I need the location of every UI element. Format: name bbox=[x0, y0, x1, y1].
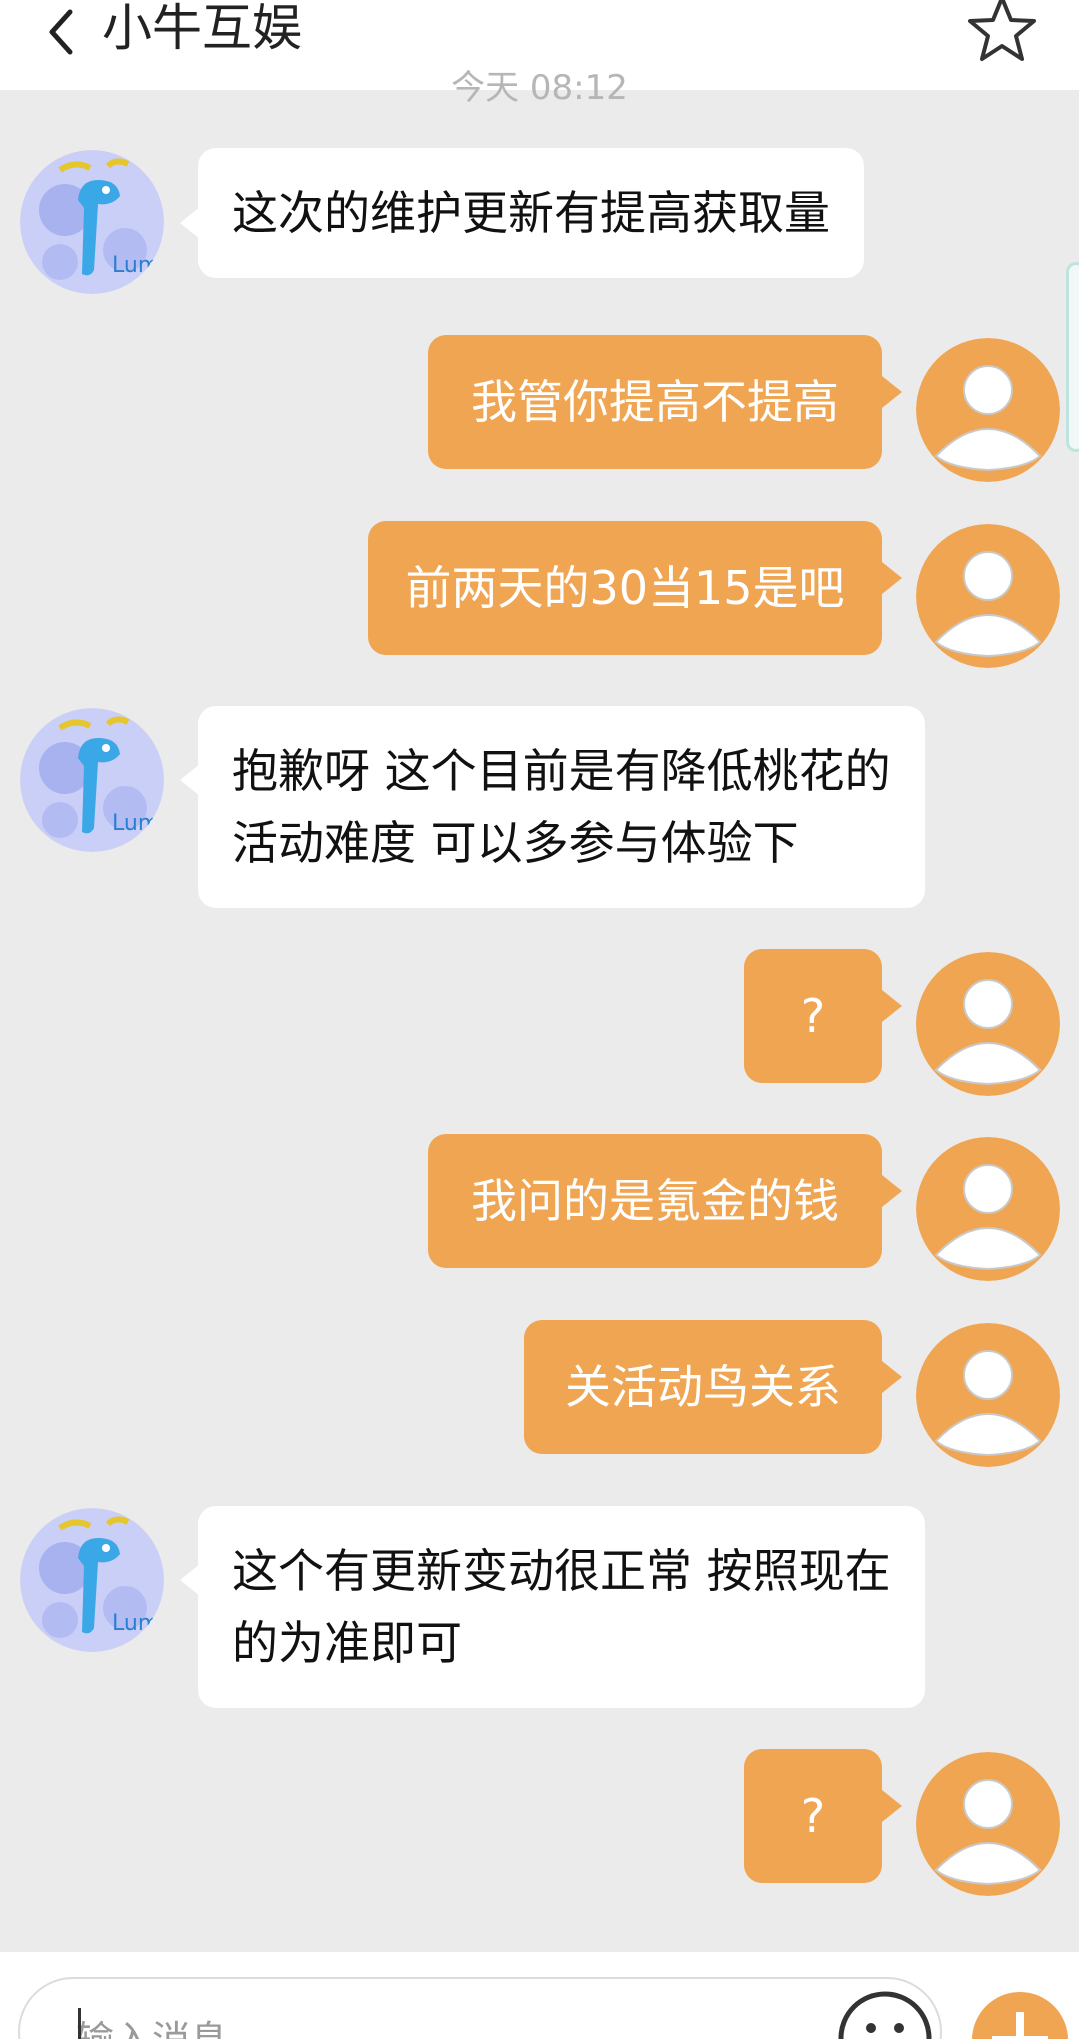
message-input[interactable]: 输入消息 bbox=[18, 1977, 942, 2039]
svg-text:Lum: Lum bbox=[112, 253, 159, 278]
outgoing-message-bubble[interactable]: ? bbox=[744, 1749, 882, 1883]
time-divider: 今天 08:12 bbox=[451, 68, 628, 108]
support-agent-avatar[interactable]: Lum bbox=[20, 708, 164, 852]
page-title: 小牛互娱 bbox=[102, 0, 302, 57]
user-avatar[interactable] bbox=[916, 524, 1060, 668]
user-avatar[interactable] bbox=[916, 338, 1060, 482]
svg-text:Lum: Lum bbox=[112, 1611, 159, 1636]
chevron-left-icon[interactable] bbox=[40, 4, 80, 60]
plus-icon[interactable] bbox=[972, 1992, 1068, 2039]
chat-screen: 小牛互娱 今天 08:12 Lum 这次的维护更新有提高获取量 我管你提高不提高 bbox=[0, 0, 1079, 2039]
svg-text:Lum: Lum bbox=[112, 811, 159, 836]
user-avatar[interactable] bbox=[916, 952, 1060, 1096]
incoming-message-bubble[interactable]: 这个有更新变动很正常 按照现在 的为准即可 bbox=[198, 1506, 925, 1708]
outgoing-message-bubble[interactable]: ? bbox=[744, 949, 882, 1083]
outgoing-message-bubble[interactable]: 关活动鸟关系 bbox=[524, 1320, 882, 1454]
outgoing-message-bubble[interactable]: 我管你提高不提高 bbox=[428, 335, 882, 469]
support-agent-avatar[interactable]: Lum bbox=[20, 150, 164, 294]
incoming-message-bubble[interactable]: 这次的维护更新有提高获取量 bbox=[198, 148, 864, 278]
outgoing-message-bubble[interactable]: 我问的是氪金的钱 bbox=[428, 1134, 882, 1268]
user-avatar[interactable] bbox=[916, 1137, 1060, 1281]
support-agent-avatar[interactable]: Lum bbox=[20, 1508, 164, 1652]
incoming-message-bubble[interactable]: 抱歉呀 这个目前是有降低桃花的 活动难度 可以多参与体验下 bbox=[198, 706, 925, 908]
emoji-icon[interactable] bbox=[835, 1988, 935, 2039]
message-input-placeholder: 输入消息 bbox=[76, 2009, 228, 2039]
user-avatar[interactable] bbox=[916, 1752, 1060, 1896]
star-outline-icon[interactable] bbox=[966, 0, 1038, 64]
user-avatar[interactable] bbox=[916, 1323, 1060, 1467]
text-cursor bbox=[78, 2008, 81, 2039]
outgoing-message-bubble[interactable]: 前两天的30当15是吧 bbox=[368, 521, 882, 655]
edge-scroll-handle[interactable] bbox=[1066, 262, 1079, 452]
